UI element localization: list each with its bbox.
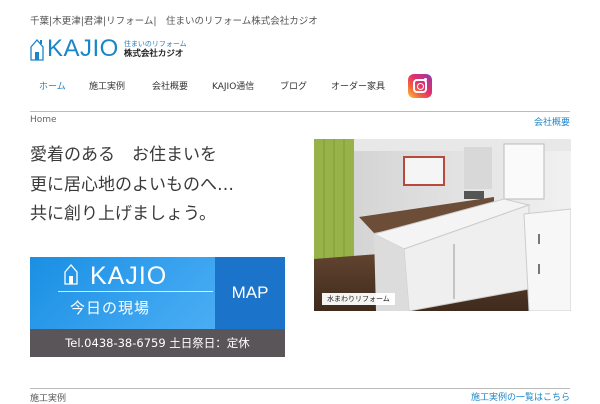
logo-subtitle-line2: 株式会社カジオ	[123, 49, 184, 59]
todays-site-banner[interactable]: KAJIO 今日の現場 MAP	[30, 257, 285, 329]
company-profile-link[interactable]: 会社概要	[534, 115, 570, 128]
banner-divider	[58, 291, 213, 292]
nav-item-home[interactable]: ホーム	[39, 79, 66, 92]
nav-item-works[interactable]: 施工実例	[89, 79, 125, 92]
map-button[interactable]: MAP	[215, 257, 285, 329]
hero-line-3: 共に創り上げましょう。	[30, 204, 216, 224]
works-section-title: 施工実例	[30, 394, 67, 404]
hero-line-1: 愛着のある お住まいを	[30, 145, 217, 165]
house-logo-icon	[30, 39, 44, 61]
photo-caption: 水まわりリフォーム	[322, 293, 395, 305]
header-divider	[30, 111, 570, 112]
nav-item-newsletter[interactable]: KAJIO通信	[212, 79, 254, 92]
nav-item-blog[interactable]: ブログ	[280, 79, 307, 92]
phone-info: Tel.0438-38-6759 土日祭日：定休	[30, 329, 285, 357]
nav-item-company[interactable]: 会社概要	[152, 79, 188, 92]
house-icon	[64, 264, 78, 285]
hero-line-2: 更に居心地のよいものへ…	[30, 174, 234, 195]
banner-subtitle: 今日の現場	[70, 299, 151, 317]
kitchen-photo-image	[314, 139, 571, 311]
logo-wordmark: KAJIO	[47, 35, 119, 62]
logo-subtitle: 住まいのリフォーム 株式会社カジオ	[124, 39, 187, 59]
nav-item-furniture[interactable]: オーダー家具	[331, 79, 385, 92]
hero-headline: 愛着のある お住まいを 更に居心地のよいものへ… 共に創り上げましょう。	[30, 141, 234, 230]
breadcrumb[interactable]: Home	[30, 115, 57, 125]
instagram-icon[interactable]	[408, 74, 432, 98]
site-tagline: 千葉|木更津|君津|リフォーム| 住まいのリフォーム株式会社カジオ	[30, 16, 318, 27]
banner-wordmark: KAJIO	[90, 262, 168, 290]
works-list-link[interactable]: 施工実例の一覧はこちら	[471, 390, 570, 403]
site-logo[interactable]: KAJIO 住まいのリフォーム 株式会社カジオ	[30, 35, 187, 63]
kitchen-photo[interactable]: 水まわりリフォーム	[314, 139, 571, 311]
logo-subtitle-line1: 住まいのリフォーム	[123, 40, 187, 48]
section-divider	[30, 388, 570, 389]
